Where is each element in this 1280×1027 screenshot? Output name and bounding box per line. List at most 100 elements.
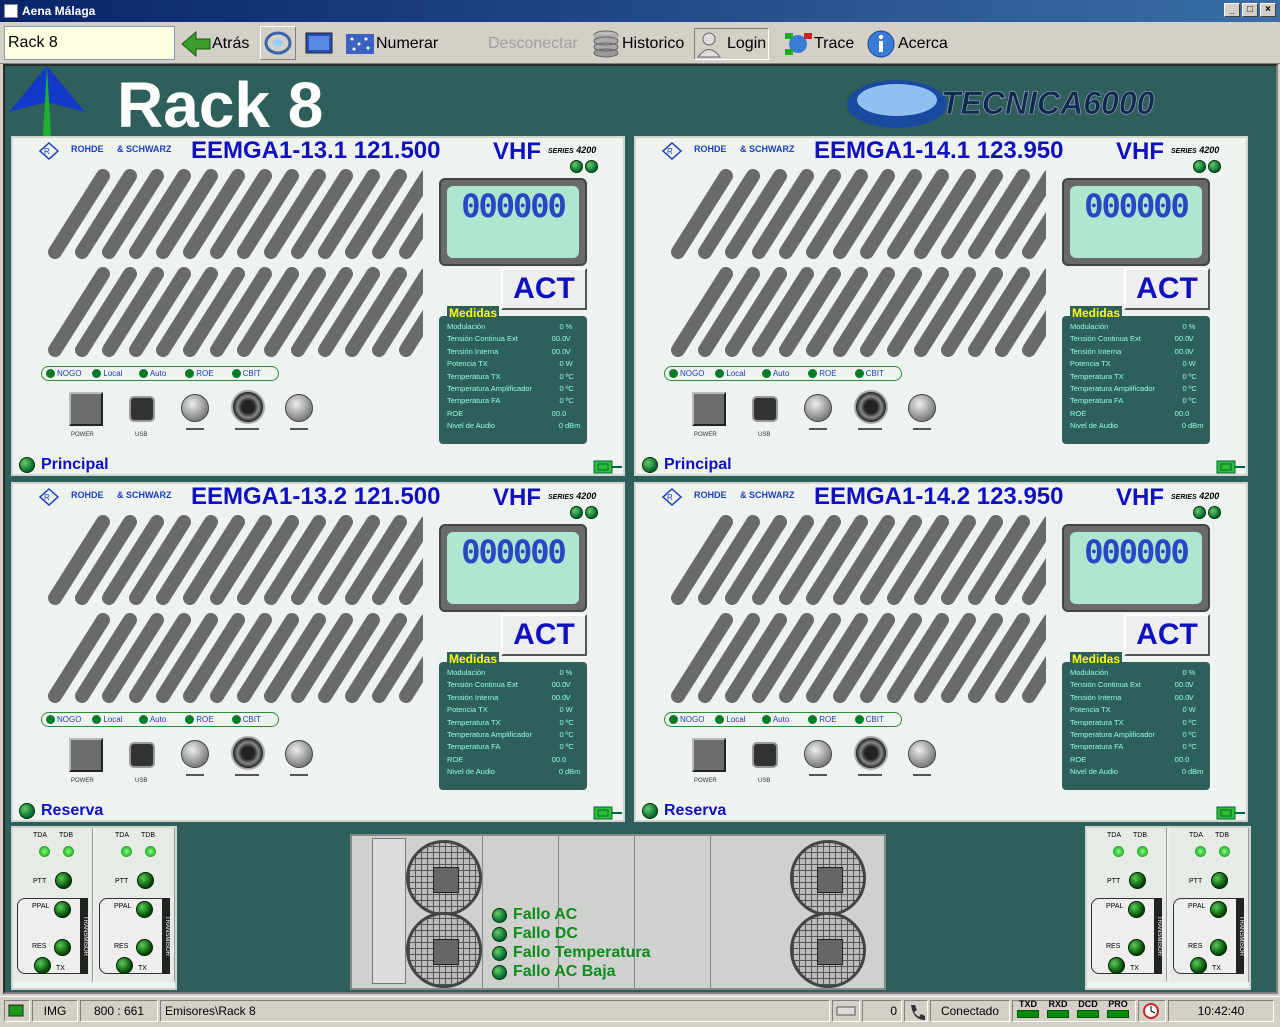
medida-name: Temperatura Amplificador <box>447 730 533 739</box>
medida-name: Tensión Continua Ext <box>447 680 518 690</box>
historico-label: Historico <box>622 35 685 52</box>
act-button[interactable]: ACT <box>501 268 587 310</box>
medida-row: Tensión Interna 00.0 V <box>447 347 579 359</box>
medida-value: 0 <box>1182 730 1187 739</box>
status-label: CBIT <box>242 715 261 724</box>
power-button[interactable] <box>692 392 726 426</box>
lcd-readout: 000000 <box>447 532 579 604</box>
signal-led <box>1017 1010 1039 1018</box>
medida-row: Tensión Interna 00.0 V <box>447 693 579 705</box>
control-knob[interactable] <box>285 394 313 422</box>
tdb-led <box>1219 846 1230 857</box>
medida-row: ROE 00.0 <box>1070 409 1202 421</box>
transmitter-panel[interactable]: R ROHDE & SCHWARZ EEMGA1-14.1 123.950 VHF SER… <box>634 136 1248 476</box>
connector-icon <box>593 806 622 820</box>
res-led[interactable] <box>136 939 153 956</box>
clock-readout: 10:42:40 <box>1168 1000 1274 1022</box>
band-label: VHF <box>493 484 541 511</box>
monitor-button[interactable] <box>302 28 334 60</box>
signal-indicator: PRO <box>1106 999 1130 1018</box>
res-led[interactable] <box>1210 939 1227 956</box>
aena-logo-icon <box>9 66 85 136</box>
control-knob[interactable] <box>804 394 832 422</box>
medida-name: Tensión Interna <box>1070 692 1122 702</box>
minimize-button[interactable]: _ <box>1224 3 1240 17</box>
tx-led[interactable] <box>116 957 133 974</box>
transmitter-panel[interactable]: R ROHDE & SCHWARZ EEMGA1-13.1 121.500 VHF SER… <box>11 136 625 476</box>
close-button[interactable]: × <box>1260 3 1276 17</box>
medida-name: Nivel de Audio <box>447 767 495 777</box>
power-button[interactable] <box>69 392 103 426</box>
back-button[interactable]: Atrás <box>180 28 249 60</box>
rack-selector-input[interactable]: Rack 8 <box>4 26 175 60</box>
fan-icon <box>406 840 482 916</box>
medida-unit: V <box>565 334 571 344</box>
medida-name: Temperatura TX <box>1070 371 1124 381</box>
control-knob[interactable] <box>804 740 832 768</box>
act-button[interactable]: ACT <box>1124 614 1210 656</box>
tx-control-module: TDA TDB PTT PPAL RES TX TRANSMISOR <box>95 828 175 982</box>
header-leds <box>570 506 598 519</box>
ptt-led[interactable] <box>137 872 154 889</box>
medida-name: Temperatura FA <box>447 396 501 406</box>
toolbar: Rack 8 Atrás Numerar Desconectar Histori… <box>0 22 1280 64</box>
medida-name: Temperatura Amplificador <box>447 384 533 393</box>
clock-icon <box>1143 1003 1159 1019</box>
maximize-button[interactable]: □ <box>1242 3 1258 17</box>
control-knob[interactable] <box>908 740 936 768</box>
res-led[interactable] <box>54 939 71 956</box>
control-knob[interactable] <box>181 740 209 768</box>
tx-control-module: TDA TDB PTT PPAL RES TX TRANSMISOR <box>13 828 93 982</box>
usb-label: USB <box>758 432 771 438</box>
status-led <box>92 369 102 378</box>
acerca-button[interactable]: Acerca <box>866 28 948 60</box>
transmitter-panel[interactable]: R ROHDE & SCHWARZ EEMGA1-14.2 123.950 VHF SER… <box>634 482 1248 822</box>
status-led <box>854 369 864 378</box>
power-button[interactable] <box>692 738 726 772</box>
res-label: RES <box>1106 943 1121 950</box>
control-knob[interactable] <box>908 394 936 422</box>
ptt-led[interactable] <box>1129 872 1146 889</box>
act-button[interactable]: ACT <box>501 614 587 656</box>
res-led[interactable] <box>1128 939 1145 956</box>
lcd-readout: 000000 <box>1070 186 1202 258</box>
tx-led[interactable] <box>1108 957 1125 974</box>
selector-box: PPAL RES TX <box>99 898 169 974</box>
control-knob[interactable] <box>181 394 209 422</box>
transmitter-panel[interactable]: R ROHDE & SCHWARZ EEMGA1-13.2 121.500 VHF SER… <box>11 482 625 822</box>
medida-name: Temperatura TX <box>447 371 501 381</box>
tx-led[interactable] <box>34 957 51 974</box>
tx-led[interactable] <box>1190 957 1207 974</box>
panel-role: Reserva <box>642 802 726 820</box>
trace-button[interactable]: Trace <box>782 28 854 60</box>
medida-name: Temperatura FA <box>1070 742 1124 752</box>
status-label: ROE <box>819 369 837 378</box>
status-label: NOGO <box>680 369 705 378</box>
tda-label: TDA <box>1189 832 1203 839</box>
alarm-label: Fallo AC <box>513 906 578 923</box>
medida-unit: ºC <box>565 742 574 752</box>
refresh-button[interactable] <box>260 26 296 60</box>
usb-port-icon <box>752 742 778 768</box>
medida-row: Tensión Continua Ext 00.0 V <box>1070 334 1202 346</box>
status-led <box>570 160 583 173</box>
ppal-led[interactable] <box>1128 901 1145 918</box>
power-button[interactable] <box>69 738 103 772</box>
ptt-led[interactable] <box>55 872 72 889</box>
role-led <box>19 803 35 819</box>
numerar-button[interactable]: Numerar <box>344 28 438 60</box>
historico-button[interactable]: Historico <box>590 28 684 60</box>
signal-led <box>1047 1010 1069 1018</box>
user-icon <box>697 32 721 58</box>
control-knob[interactable] <box>285 740 313 768</box>
ppal-led[interactable] <box>1210 901 1227 918</box>
alarm-led <box>492 945 507 961</box>
login-button[interactable]: Login <box>694 28 770 60</box>
medida-value: 0 <box>559 384 564 393</box>
act-button[interactable]: ACT <box>1124 268 1210 310</box>
desconectar-button[interactable]: Desconectar <box>488 28 578 60</box>
ppal-led[interactable] <box>54 901 71 918</box>
status-label: CBIT <box>865 369 884 378</box>
ptt-led[interactable] <box>1211 872 1228 889</box>
ppal-led[interactable] <box>136 901 153 918</box>
